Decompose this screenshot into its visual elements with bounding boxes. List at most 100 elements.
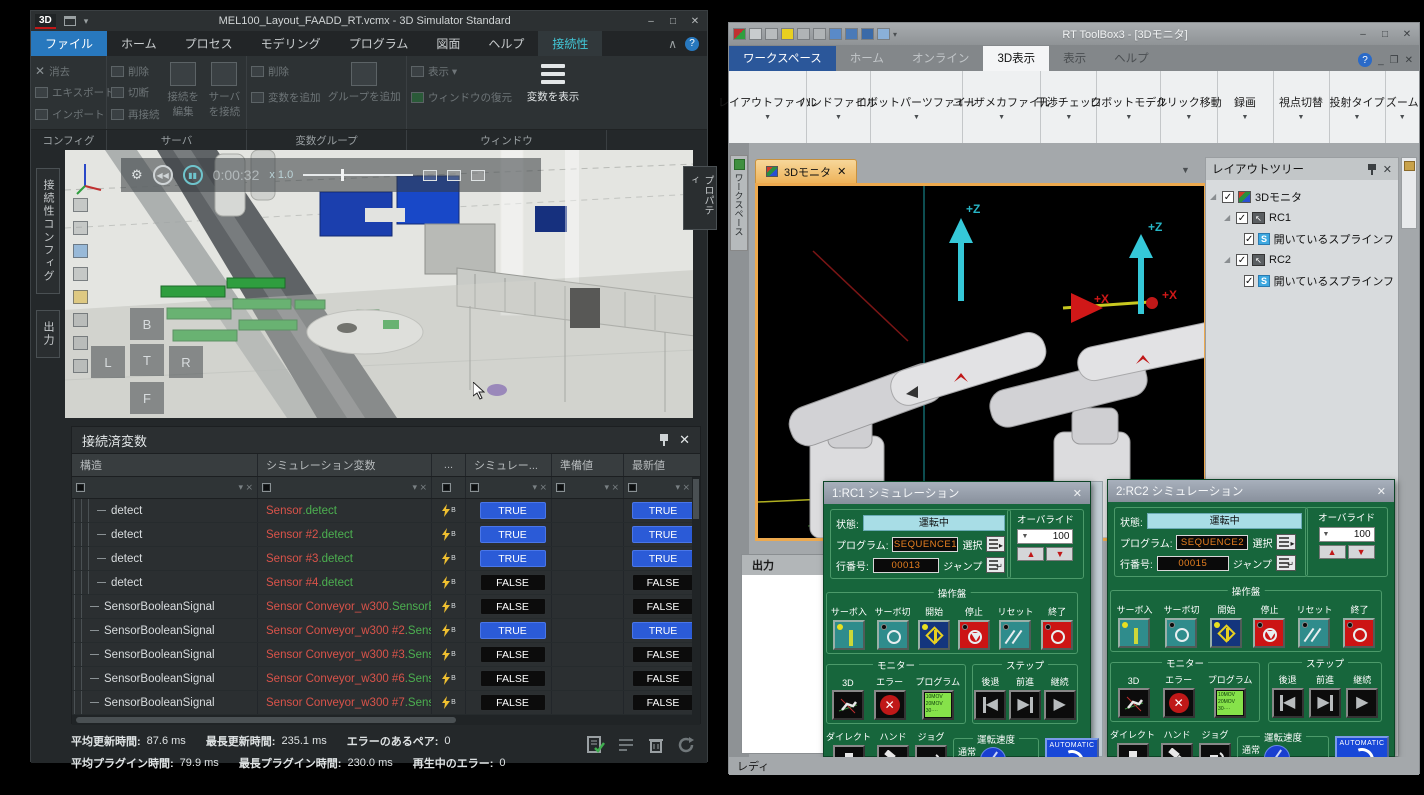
step-forward-button[interactable]: ▶ [1009,690,1041,720]
sim-panel-titlebar[interactable]: 2:RC2 シミュレーション ✕ [1108,480,1394,502]
servo-on-button[interactable] [833,620,865,650]
jump-button[interactable]: ↵ [1276,555,1296,571]
override-down-button[interactable]: ▼ [1348,545,1375,559]
jog-button[interactable] [915,745,947,757]
table-row[interactable]: SensorBooleanSignal Sensor Conveyor_w300… [72,619,700,643]
view-cube-back[interactable]: B [130,308,164,340]
close-icon[interactable]: ✕ [1073,487,1082,500]
delete-button[interactable]: 削除 [111,62,160,80]
expander-icon[interactable]: ◢ [1210,192,1218,201]
tab-home[interactable]: ホーム [836,46,898,71]
col-latest-value[interactable]: 最新値 [624,454,694,476]
doc-tab-close-icon[interactable]: ✕ [837,165,846,178]
override-field[interactable]: ▼100 [1017,529,1073,544]
layout-file-button[interactable]: レイアウトファイル▼ [729,71,807,143]
checkbox-checked[interactable]: ✓ [1236,212,1248,224]
show-button[interactable]: 表示 ▾ [411,62,512,80]
table-row[interactable]: SensorBooleanSignal Sensor Conveyor_w300… [72,667,700,691]
end-button[interactable] [1041,620,1073,650]
settings-gear-icon[interactable]: ⚙ [131,167,143,183]
tab-modeling[interactable]: モデリング [247,31,335,56]
maximize-button[interactable]: □ [1375,29,1395,40]
tab-help[interactable]: ヘルプ [1100,46,1163,71]
add-variable-button[interactable]: 変数を追加 [251,88,321,106]
program-monitor-button[interactable]: 10MOV20MOV30···· [922,690,954,720]
hand-button[interactable] [1161,743,1193,757]
tab-list-dropdown-icon[interactable]: ▼ [1181,165,1190,175]
jump-button[interactable]: ↵ [986,557,1005,573]
reset-button[interactable] [999,620,1031,650]
add-group-button[interactable]: グループを追加 [327,60,403,125]
view-cube-top[interactable]: T [130,344,164,376]
chart2-icon[interactable] [813,28,826,40]
filter-latest-value[interactable]: ▾ ⨯ [624,477,694,498]
col-sim-variable[interactable]: シミュレーション変数 [258,454,432,476]
robot-model-button[interactable]: ロボットモデル▼ [1097,71,1161,143]
view-cube[interactable]: B T L R F [91,308,203,416]
tree-item-spline-rc2[interactable]: ✓ S 開いているスプラインフ [1210,270,1394,291]
trash-icon[interactable] [647,736,665,754]
start-button[interactable] [1210,618,1242,648]
click-move-button[interactable]: クリック移動▼ [1161,71,1217,143]
export-pdf-icon[interactable] [423,170,437,181]
disconnect-button[interactable]: 切断 [111,84,160,102]
print-icon[interactable] [765,28,778,40]
horizontal-scrollbar[interactable] [72,715,700,725]
chart-icon[interactable] [797,28,810,40]
expander-icon[interactable]: ◢ [1224,255,1232,264]
filter-sim-value[interactable]: ▾ ⨯ [466,477,552,498]
col-ready-value[interactable]: 準備値 [552,454,624,476]
close-panel-icon[interactable]: ✕ [1383,163,1392,176]
doc-tab-3d-monitor[interactable]: 3Dモニタ ✕ [755,159,857,183]
child-close-button[interactable]: ✕ [1405,55,1413,66]
show-variables-button[interactable]: 変数を表示 [518,60,588,125]
help-icon[interactable]: ? [1358,53,1372,67]
table-row[interactable]: SensorBooleanSignal Sensor Conveyor_w300… [72,643,700,667]
robot-parts-file-button[interactable]: ロボットパーツファイル▼ [871,71,963,143]
reset-button[interactable] [1298,618,1330,648]
speed-knob[interactable] [1264,745,1290,757]
tab-connectivity-config[interactable]: 接続性コンフィグ [36,168,60,294]
frame-select-icon[interactable] [73,221,88,235]
minimize-button[interactable]: – [641,16,661,27]
checkbox-checked[interactable]: ✓ [1222,191,1234,203]
user-mech-file-button[interactable]: ユーザメカファイル▼ [963,71,1041,143]
tab-help[interactable]: ヘルプ [474,31,538,56]
record-video-icon[interactable] [447,170,461,181]
override-field[interactable]: ▼100 [1319,527,1375,542]
select-program-button[interactable]: ▸ [1276,534,1296,550]
record-button[interactable]: 録画▼ [1218,71,1274,143]
tab-display[interactable]: 表示 [1049,46,1100,71]
step-forward-button[interactable]: ▶ [1309,688,1341,718]
stop-button[interactable] [958,620,990,650]
filter-sim-variable[interactable]: ▾ ⨯ [258,477,432,498]
override-down-button[interactable]: ▼ [1046,547,1073,561]
help-icon[interactable]: ? [685,37,699,51]
table-row[interactable]: detect Sensor #4.detect B FALSE FALSE [72,571,700,595]
axes-icon[interactable] [73,313,88,327]
tab-drawing[interactable]: 図面 [422,31,474,56]
override-up-button[interactable]: ▲ [1017,547,1044,561]
tab-process[interactable]: プロセス [171,31,247,56]
checkbox-checked[interactable]: ✓ [1244,275,1254,287]
panel-scrollbar[interactable] [1089,481,1103,757]
tab-output[interactable]: 出力 [36,310,60,358]
speed-knob[interactable] [980,747,1006,757]
origin-cube-icon[interactable] [73,359,88,373]
continue-button[interactable]: ▶ [1346,688,1378,718]
pin-icon[interactable] [1368,164,1377,175]
move-tool-icon[interactable] [73,336,88,350]
error-monitor-button[interactable]: ✕ [874,690,906,720]
tree-item-rc1[interactable]: ◢ ✓ ↖ RC1 [1210,207,1394,228]
child-minimize-button[interactable]: _ [1378,55,1384,66]
tab-file[interactable]: ファイル [31,31,107,56]
fit-view-icon[interactable] [73,198,88,212]
validate-list-icon[interactable] [587,736,605,754]
direct-button[interactable] [833,745,865,757]
image-icon[interactable] [877,28,890,40]
tab-connectivity[interactable]: 接続性 [538,31,602,56]
reset-playback-icon[interactable]: ◀◀ [153,165,173,185]
list-options-icon[interactable] [617,736,635,754]
step-back-button[interactable]: ◀ [1272,688,1304,718]
table-row[interactable]: detect Sensor #3.detect B TRUE TRUE [72,547,700,571]
